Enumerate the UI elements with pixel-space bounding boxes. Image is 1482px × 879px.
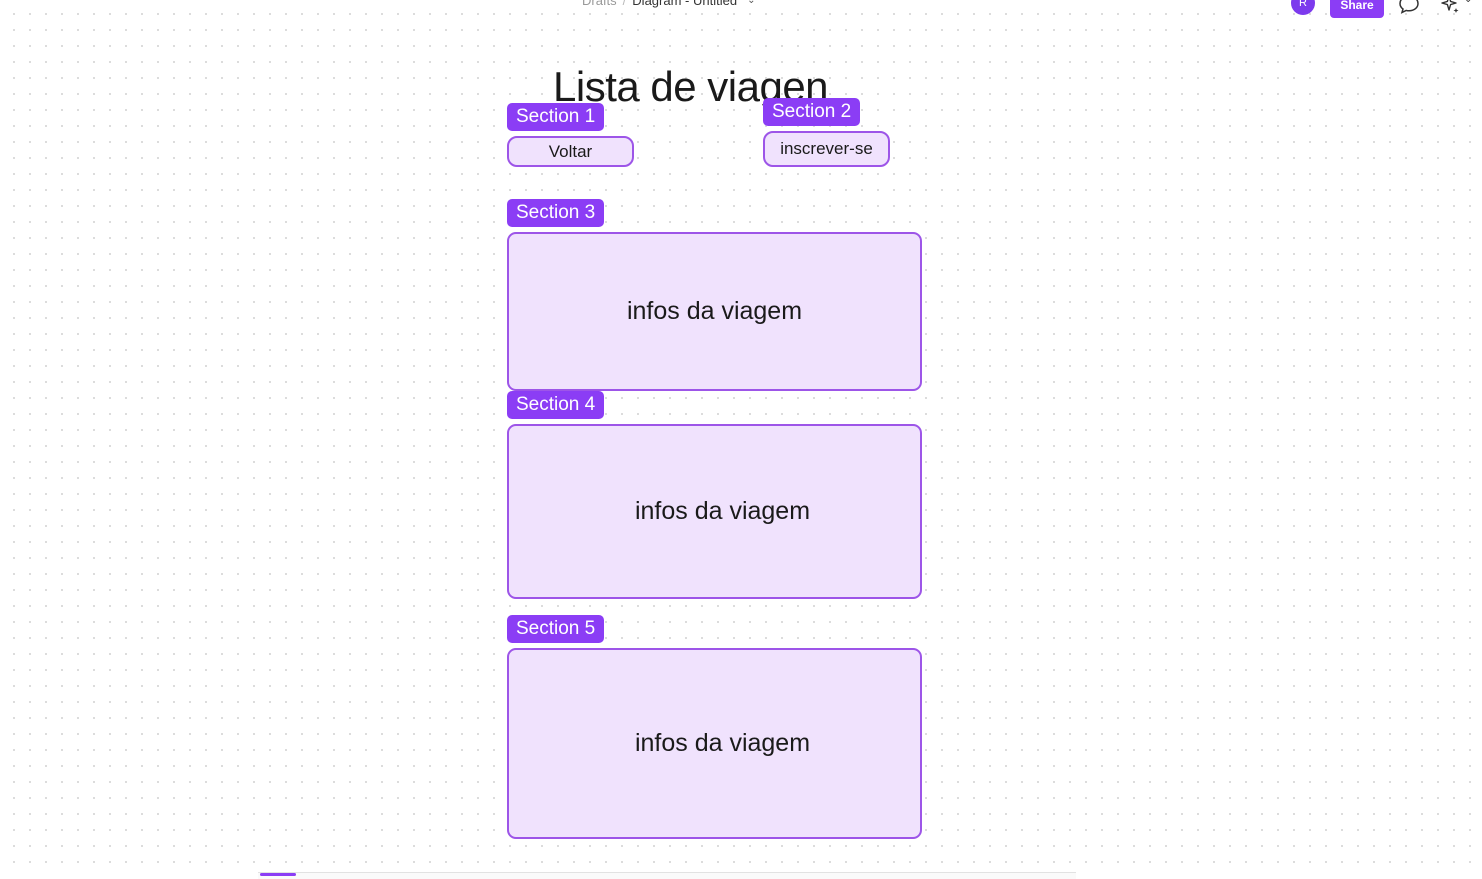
breadcrumb: Drafts / Diagram - Untitled ⌄ [582,0,755,8]
sparkle-icon[interactable] [1440,0,1460,14]
breadcrumb-separator: / [622,0,627,8]
infos-viagem-node-2[interactable]: infos da viagem [507,424,922,599]
section-2-tag[interactable]: Section 2 [763,98,861,126]
section-5-tag[interactable]: Section 5 [507,615,605,643]
diagram-canvas[interactable]: Drafts / Diagram - Untitled ⌄ R Share ⌄ … [0,0,1482,879]
infos-viagem-node-3[interactable]: infos da viagem [507,648,922,839]
avatar[interactable]: R [1291,0,1315,15]
comment-icon[interactable] [1398,0,1420,14]
breadcrumb-drafts[interactable]: Drafts [582,0,617,8]
share-button[interactable]: Share [1330,0,1384,18]
section-1-tag[interactable]: Section 1 [507,103,605,131]
chevron-down-icon[interactable]: ⌄ [747,0,755,6]
section-3-tag[interactable]: Section 3 [507,199,605,227]
section-4-tag[interactable]: Section 4 [507,391,605,419]
voltar-node[interactable]: Voltar [507,136,634,167]
inscrever-se-node[interactable]: inscrever-se [763,131,890,167]
chevron-down-icon[interactable]: ⌄ [1464,0,1472,5]
infos-viagem-node-1[interactable]: infos da viagem [507,232,922,391]
document-title[interactable]: Diagram - Untitled [632,0,737,8]
